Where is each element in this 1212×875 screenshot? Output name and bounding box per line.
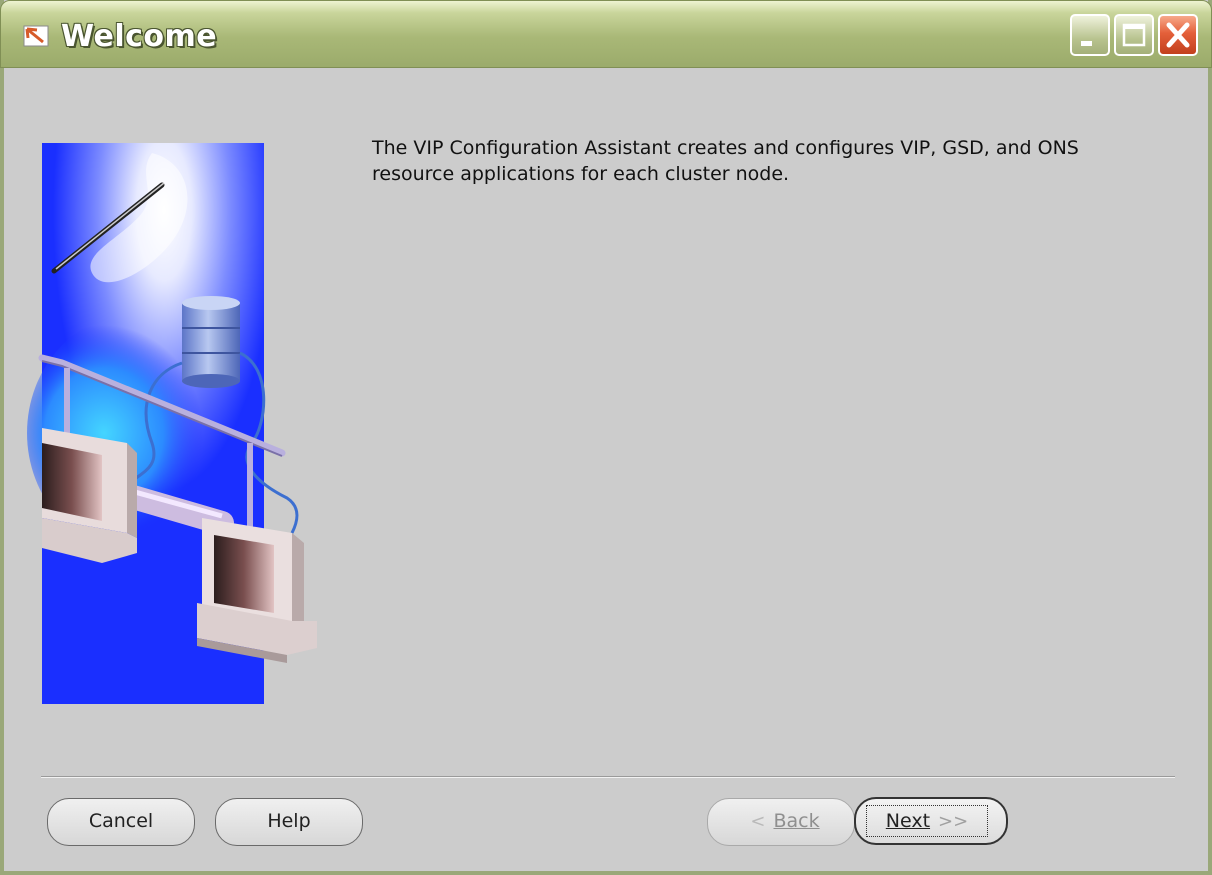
help-button-label: Help: [267, 810, 311, 832]
next-button[interactable]: Next >>: [854, 797, 1008, 845]
close-icon: [1166, 22, 1190, 48]
minimize-button[interactable]: [1070, 14, 1110, 56]
maximize-icon: [1122, 23, 1146, 47]
title-bar[interactable]: Welcome: [0, 0, 1212, 68]
dialog-content: The VIP Configuration Assistant creates …: [4, 68, 1208, 875]
cancel-button-label: Cancel: [88, 810, 154, 832]
app-icon: [23, 25, 49, 47]
next-button-label: Next: [885, 810, 931, 832]
back-button[interactable]: < Back: [707, 798, 855, 846]
welcome-dialog: Welcome The VIP Configuration Assistant …: [0, 0, 1212, 875]
chevron-left-icon: <: [750, 811, 766, 832]
welcome-illustration: [27, 143, 317, 704]
chevron-right-icon: >>: [938, 811, 969, 832]
back-button-label: Back: [773, 810, 820, 832]
close-button[interactable]: [1158, 14, 1198, 56]
cancel-button[interactable]: Cancel: [47, 798, 195, 846]
maximize-button[interactable]: [1114, 14, 1154, 56]
welcome-description: The VIP Configuration Assistant creates …: [372, 137, 1079, 185]
minimize-icon: [1081, 41, 1092, 46]
separator: [41, 776, 1175, 778]
window-title: Welcome: [61, 19, 218, 54]
help-button[interactable]: Help: [215, 798, 363, 846]
